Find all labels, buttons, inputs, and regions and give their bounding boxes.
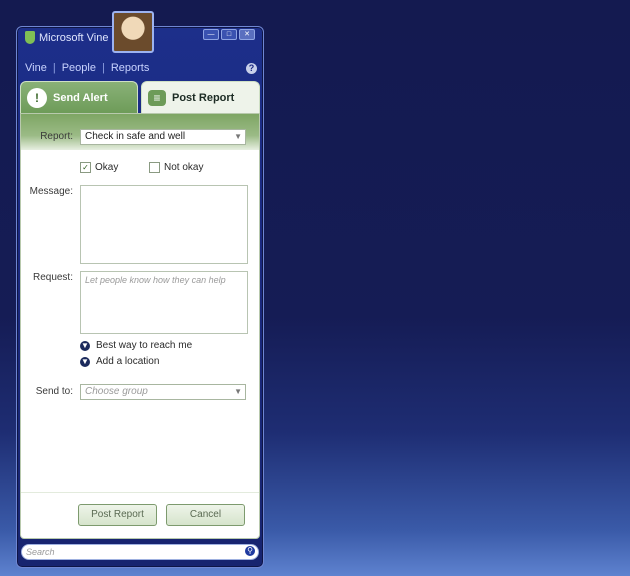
tab-post-report[interactable]: ≡ Post Report — [141, 81, 260, 114]
add-location-expander[interactable]: ▼ Add a location — [80, 356, 159, 367]
request-label: Request: — [32, 272, 73, 283]
cancel-button[interactable]: Cancel — [166, 504, 245, 526]
message-textarea[interactable] — [80, 185, 248, 264]
okay-label: Okay — [95, 162, 119, 173]
post-report-panel: Report: Check in safe and well ▼ ✓ Okay … — [20, 113, 260, 539]
chevron-down-icon: ▼ — [80, 340, 90, 351]
request-placeholder: Let people know how they can help — [85, 275, 226, 285]
okay-checkbox[interactable]: ✓ Okay — [80, 162, 118, 173]
best-way-expander[interactable]: ▼ Best way to reach me — [80, 340, 192, 351]
report-select-value: Check in safe and well — [85, 131, 186, 142]
not-okay-label: Not okay — [164, 162, 204, 173]
search-placeholder: Search — [26, 547, 55, 557]
send-to-select[interactable]: Choose group ▼ — [80, 384, 246, 400]
vine-logo-icon — [25, 31, 35, 44]
report-select[interactable]: Check in safe and well ▼ — [80, 129, 246, 145]
add-location-label: Add a location — [96, 356, 160, 367]
nav-separator: | — [52, 62, 56, 74]
report-label: Report: — [40, 131, 73, 142]
tab-send-alert-label: Send Alert — [53, 92, 108, 104]
app-title: Microsoft Vine — [39, 31, 109, 44]
chevron-down-icon: ▼ — [80, 356, 90, 367]
search-icon[interactable]: ⚲ — [245, 546, 255, 556]
alert-icon: ! — [27, 88, 47, 108]
tab-send-alert[interactable]: ! Send Alert — [20, 81, 138, 114]
tab-post-report-label: Post Report — [172, 92, 235, 104]
maximize-button[interactable]: □ — [221, 29, 237, 40]
not-okay-checkbox[interactable]: Not okay — [149, 162, 203, 173]
send-to-placeholder: Choose group — [85, 386, 148, 397]
minimize-button[interactable]: — — [203, 29, 219, 40]
nav-links: Vine | People | Reports — [25, 62, 149, 74]
nav-link-reports[interactable]: Reports — [111, 62, 150, 74]
request-textarea[interactable]: Let people know how they can help — [80, 271, 248, 334]
post-report-button[interactable]: Post Report — [78, 504, 157, 526]
checkbox-empty-icon — [149, 162, 160, 173]
window-controls: — □ ✕ — [203, 29, 255, 40]
help-icon[interactable]: ? — [246, 63, 257, 74]
nav-link-vine[interactable]: Vine — [25, 62, 47, 74]
nav-separator: | — [101, 62, 105, 74]
report-icon: ≡ — [148, 90, 166, 106]
close-button[interactable]: ✕ — [239, 29, 255, 40]
divider — [21, 492, 259, 493]
chevron-down-icon: ▼ — [234, 387, 242, 396]
send-to-label: Send to: — [35, 386, 73, 397]
best-way-label: Best way to reach me — [96, 340, 193, 351]
app-brand: Microsoft Vine — [25, 31, 109, 44]
chevron-down-icon: ▼ — [234, 132, 242, 141]
message-label: Message: — [29, 186, 73, 197]
search-input[interactable]: Search ⚲ — [21, 544, 259, 560]
vine-window: Microsoft Vine — □ ✕ Vine | People | Rep… — [16, 11, 264, 568]
avatar[interactable] — [112, 11, 154, 53]
checkmark-icon: ✓ — [80, 162, 91, 173]
nav-link-people[interactable]: People — [62, 62, 96, 74]
